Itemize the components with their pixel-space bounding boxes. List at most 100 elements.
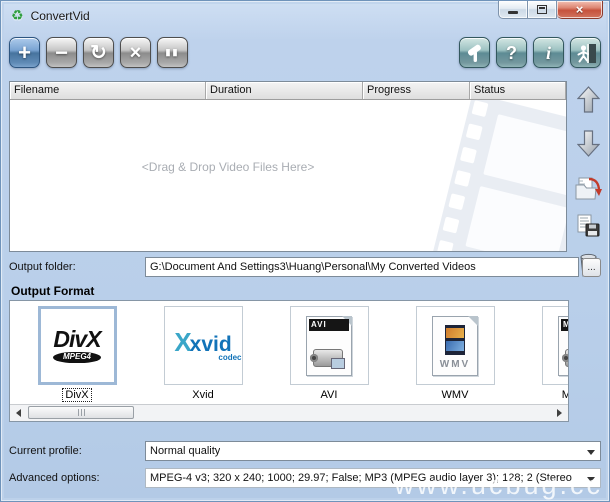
file-list-body[interactable]: <Drag & Drop Video Files Here>	[10, 100, 566, 251]
pause-button[interactable]: ▮▮	[157, 37, 188, 68]
minimize-icon	[508, 11, 518, 14]
file-list: Filename Duration Progress Status	[9, 81, 567, 252]
scroll-left-button[interactable]	[10, 405, 27, 421]
avi-badge: AVI	[309, 319, 349, 331]
current-profile-row: Current profile: Normal quality	[1, 441, 609, 461]
current-profile-select[interactable]: Normal quality	[145, 441, 601, 461]
column-progress[interactable]: Progress	[363, 82, 470, 99]
down-arrow-icon	[577, 130, 600, 157]
camcorder-icon	[313, 349, 343, 367]
avi-logo: AVI	[290, 306, 369, 385]
advanced-options-row: Advanced options: MPEG-4 v3; 320 x 240; …	[1, 468, 609, 488]
format-divx[interactable]: DivX MPEG4 DivX	[14, 306, 140, 403]
remove-file-button[interactable]: −	[46, 37, 77, 68]
save-list-button[interactable]	[575, 214, 601, 241]
divx-logo: DivX MPEG4	[38, 306, 117, 385]
chevron-down-icon	[587, 450, 595, 455]
titlebar: ♻ ConvertVid ×	[1, 1, 609, 30]
xvid-logo-subtext: codec	[218, 353, 241, 362]
up-arrow-icon	[577, 86, 600, 113]
cancel-button[interactable]: ×	[120, 37, 151, 68]
move-down-button[interactable]	[577, 130, 600, 160]
info-icon: i	[546, 44, 551, 62]
about-button[interactable]: i	[533, 37, 564, 68]
output-format-panel: DivX MPEG4 DivX X xvid codec Xvid	[9, 300, 569, 422]
xvid-logo: X xvid codec	[164, 306, 243, 385]
x-icon: ×	[130, 43, 142, 63]
advanced-options-label: Advanced options:	[9, 472, 145, 484]
toolbar: + − ↻ × ▮▮ ? i	[1, 30, 609, 80]
load-list-button[interactable]	[575, 176, 602, 204]
exit-button[interactable]	[570, 37, 601, 68]
minus-icon: −	[55, 42, 68, 64]
app-window: ♻ ConvertVid × + − ↻ × ▮▮ ?	[0, 0, 610, 502]
convert-button[interactable]: ↻	[83, 37, 114, 68]
add-files-button[interactable]: +	[9, 37, 40, 68]
left-triangle-icon	[16, 409, 21, 417]
wmv-badge: WMV	[433, 359, 477, 370]
mpeg1-logo: MPEG	[542, 306, 570, 385]
maximize-button[interactable]	[528, 1, 557, 19]
mpeg1-badge: MPEG	[561, 319, 569, 331]
format-avi-label: AVI	[319, 389, 340, 401]
format-wmv[interactable]: WMV WMV	[392, 306, 518, 403]
chevron-down-icon	[587, 477, 595, 482]
maximize-icon	[537, 5, 547, 14]
refresh-icon: ↻	[90, 43, 107, 63]
advanced-options-select[interactable]: MPEG-4 v3; 320 x 240; 1000; 29.97; False…	[145, 468, 601, 488]
current-profile-value: Normal quality	[150, 445, 220, 457]
scrollbar-thumb[interactable]	[28, 406, 134, 419]
close-icon: ×	[576, 3, 584, 16]
toolbar-left-group: + − ↻ × ▮▮	[9, 37, 188, 80]
format-scrollbar	[10, 404, 568, 421]
column-status[interactable]: Status	[470, 82, 566, 99]
output-folder-label: Output folder:	[9, 261, 145, 273]
app-icon: ♻	[11, 7, 24, 24]
plus-icon: +	[18, 42, 31, 64]
save-icon	[575, 214, 601, 238]
format-wmv-label: WMV	[440, 389, 471, 401]
window-controls: ×	[498, 1, 603, 19]
output-folder-input[interactable]	[145, 257, 579, 277]
filmstrip-icon	[442, 325, 468, 355]
column-filename[interactable]: Filename	[10, 82, 206, 99]
minimize-button[interactable]	[498, 1, 528, 19]
format-avi[interactable]: AVI AVI	[266, 306, 392, 403]
help-button[interactable]: ?	[496, 37, 527, 68]
exit-door-icon	[575, 42, 597, 64]
right-triangle-icon	[557, 409, 562, 417]
file-list-header: Filename Duration Progress Status	[10, 82, 566, 100]
close-button[interactable]: ×	[557, 1, 603, 19]
column-duration[interactable]: Duration	[206, 82, 363, 99]
format-mpeg1[interactable]: MPEG MPEG1	[518, 306, 569, 403]
browse-folder-button[interactable]: ...	[582, 258, 601, 277]
pause-icon: ▮▮	[166, 47, 180, 58]
filmstrip-watermark	[412, 100, 566, 251]
current-profile-label: Current profile:	[9, 445, 145, 457]
scrollbar-track[interactable]	[27, 405, 551, 421]
camcorder-icon	[565, 349, 569, 367]
advanced-options-value: MPEG-4 v3; 320 x 240; 1000; 29.97; False…	[150, 472, 572, 484]
question-icon: ?	[506, 44, 517, 62]
move-up-button[interactable]	[577, 86, 600, 116]
toolbar-right-group: ? i	[459, 37, 601, 80]
wmv-logo: WMV	[416, 306, 495, 385]
format-xvid[interactable]: X xvid codec Xvid	[140, 306, 266, 403]
folder-open-icon	[575, 176, 602, 201]
format-mpeg1-label: MPEG1	[560, 389, 569, 401]
xvid-x-glyph: X	[174, 329, 189, 355]
divx-logo-subtext: MPEG4	[53, 352, 101, 363]
format-tiles: DivX MPEG4 DivX X xvid codec Xvid	[10, 301, 568, 403]
side-toolbar	[567, 81, 609, 252]
settings-button[interactable]	[459, 37, 490, 68]
main-row: Filename Duration Progress Status	[1, 81, 609, 252]
divx-logo-text: DivX	[53, 328, 100, 351]
hammer-icon	[465, 43, 485, 63]
wmv-file-icon: WMV	[432, 316, 478, 376]
page-fold	[468, 316, 478, 326]
format-xvid-label: Xvid	[190, 389, 215, 401]
format-divx-label: DivX	[63, 389, 90, 401]
scroll-right-button[interactable]	[551, 405, 568, 421]
mpeg1-file-icon: MPEG	[558, 316, 569, 376]
output-format-heading: Output Format	[11, 284, 609, 298]
